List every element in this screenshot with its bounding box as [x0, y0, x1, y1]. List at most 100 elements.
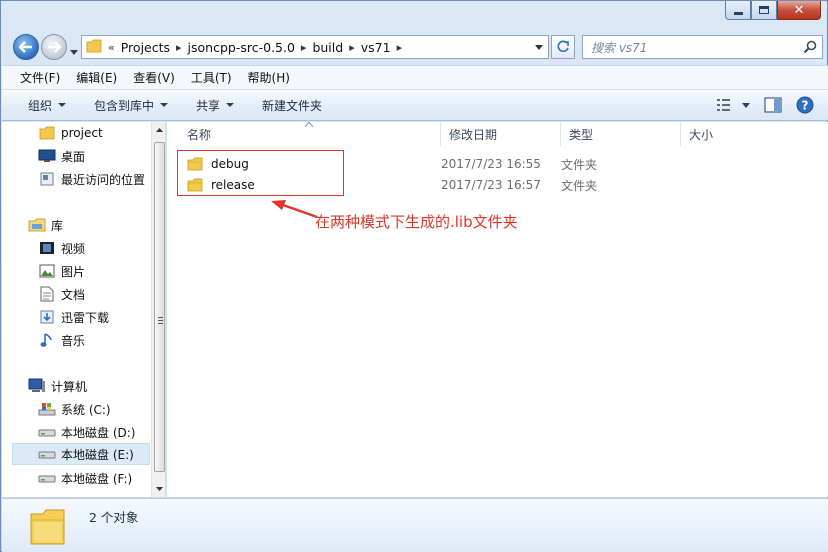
nav-item-xunlei-downloads[interactable]: 迅雷下载 — [38, 306, 165, 328]
nav-item-drive-d[interactable]: 本地磁盘 (D:) — [38, 421, 165, 443]
scroll-down-button[interactable] — [152, 481, 165, 497]
column-header-name[interactable]: 名称 — [167, 122, 441, 146]
nav-item-drive-e[interactable]: 本地磁盘 (E:) — [12, 443, 150, 465]
folder-icon — [28, 506, 68, 551]
organize-button[interactable]: 组织 — [28, 97, 67, 114]
nav-item-label: 迅雷下载 — [61, 310, 110, 325]
nav-item-documents[interactable]: 文档 — [38, 283, 165, 305]
address-bar[interactable]: « Projects ▸ jsoncpp-src-0.5.0 ▸ build ▸… — [81, 35, 549, 59]
menu-edit[interactable]: 编辑(E) — [76, 69, 117, 86]
address-history-dropdown[interactable] — [532, 40, 546, 54]
file-type: 文件夹 — [561, 157, 598, 172]
nav-item-label: 本地磁盘 (E:) — [61, 447, 134, 462]
pictures-icon — [38, 263, 56, 279]
share-button[interactable]: 共享 — [196, 97, 235, 114]
computer-icon — [28, 378, 46, 394]
nav-item-pictures[interactable]: 图片 — [38, 260, 165, 282]
nav-item-label: 桌面 — [61, 149, 86, 164]
crumb-separator-icon[interactable]: ▸ — [301, 41, 307, 54]
nav-item-desktop[interactable]: 桌面 — [38, 145, 165, 167]
close-icon: ✕ — [793, 2, 805, 18]
scrollbar-thumb[interactable] — [154, 142, 165, 472]
crumb-projects[interactable]: Projects — [121, 40, 170, 55]
recent-pages-dropdown[interactable] — [70, 44, 78, 58]
toolbar-right: ? — [702, 96, 814, 114]
chevron-up-icon — [156, 128, 163, 132]
nav-item-label: 图片 — [61, 264, 86, 279]
column-label: 大小 — [689, 127, 714, 142]
menu-tools[interactable]: 工具(T) — [191, 69, 232, 86]
file-modified: 2017/7/23 16:55 — [441, 157, 541, 171]
search-placeholder[interactable]: 搜索 vs71 — [591, 39, 647, 56]
drive-icon — [38, 446, 56, 462]
chevron-down-icon — [58, 103, 67, 107]
nav-item-music[interactable]: 音乐 — [38, 329, 165, 351]
minimize-button[interactable] — [725, 1, 751, 20]
navigation-scrollbar[interactable] — [151, 122, 165, 497]
menu-view[interactable]: 查看(V) — [133, 69, 175, 86]
menu-bar: 文件(F) 编辑(E) 查看(V) 工具(T) 帮助(H) — [2, 65, 828, 89]
nav-item-label: 最近访问的位置 — [61, 172, 146, 187]
close-button[interactable]: ✕ — [777, 1, 821, 20]
menu-file[interactable]: 文件(F) — [20, 69, 60, 86]
nav-item-project[interactable]: project — [38, 122, 165, 144]
menu-help[interactable]: 帮助(H) — [248, 69, 290, 86]
back-button[interactable] — [13, 34, 39, 60]
sort-ascending-icon — [305, 122, 313, 127]
preview-pane-button[interactable] — [764, 97, 782, 113]
svg-text:?: ? — [802, 99, 809, 113]
nav-item-drive-f[interactable]: 本地磁盘 (F:) — [38, 467, 165, 489]
chevron-down-icon — [160, 103, 169, 107]
crumb-separator-icon[interactable]: ▸ — [349, 41, 355, 54]
file-type: 文件夹 — [561, 178, 598, 193]
maximize-icon — [759, 6, 769, 14]
refresh-icon — [557, 40, 569, 53]
download-icon — [38, 309, 56, 325]
forward-button[interactable] — [41, 34, 67, 60]
chevron-down-icon — [742, 102, 750, 108]
nav-item-label: 视频 — [61, 241, 86, 256]
nav-item-label: project — [61, 126, 103, 140]
item-count: 2 个对象 — [89, 510, 139, 525]
folder-icon — [86, 39, 102, 56]
annotation-text: 在两种模式下生成的.lib文件夹 — [315, 213, 518, 231]
column-header-size[interactable]: 大小 — [681, 122, 801, 146]
crumb-build[interactable]: build — [312, 40, 343, 55]
grip-icon — [158, 317, 163, 325]
crumb-jsoncpp[interactable]: jsoncpp-src-0.5.0 — [188, 40, 295, 55]
nav-item-libraries[interactable]: 库 — [28, 214, 165, 236]
address-overflow[interactable]: « — [108, 41, 115, 54]
explorer-window: ✕ « Projects ▸ jsoncpp-src-0.5.0 ▸ build… — [0, 0, 828, 552]
include-in-library-button[interactable]: 包含到库中 — [94, 97, 169, 114]
nav-item-label: 系统 (C:) — [61, 402, 111, 417]
help-button[interactable]: ? — [796, 96, 814, 114]
change-view-button[interactable] — [716, 98, 750, 112]
documents-icon — [38, 286, 56, 302]
column-header-type[interactable]: 类型 — [561, 122, 681, 146]
scroll-up-button[interactable] — [152, 122, 165, 138]
nav-item-recent-places[interactable]: 最近访问的位置 — [38, 168, 165, 190]
drive-icon — [38, 424, 56, 440]
new-folder-button[interactable]: 新建文件夹 — [262, 97, 322, 114]
crumb-separator-icon[interactable]: ▸ — [397, 41, 403, 54]
file-modified: 2017/7/23 16:57 — [441, 178, 541, 192]
view-list-icon — [717, 99, 730, 111]
column-header-modified[interactable]: 修改日期 — [441, 122, 561, 146]
nav-item-video[interactable]: 视频 — [38, 237, 165, 259]
refresh-button[interactable] — [551, 35, 575, 59]
column-label: 名称 — [187, 127, 212, 142]
system-drive-icon — [38, 401, 56, 417]
search-icon[interactable] — [803, 40, 817, 57]
forward-arrow-icon — [48, 41, 61, 53]
crumb-vs71[interactable]: vs71 — [361, 40, 391, 55]
search-box[interactable]: 搜索 vs71 — [582, 35, 823, 59]
maximize-button[interactable] — [751, 1, 777, 20]
annotation-arrow-icon — [271, 200, 318, 219]
nav-item-label: 文档 — [61, 287, 86, 302]
nav-item-drive-c[interactable]: 系统 (C:) — [38, 398, 165, 420]
nav-item-computer[interactable]: 计算机 — [28, 375, 165, 397]
chevron-down-icon — [226, 103, 235, 107]
crumb-separator-icon[interactable]: ▸ — [176, 41, 182, 54]
back-arrow-icon — [19, 41, 32, 53]
drive-icon — [38, 470, 56, 486]
